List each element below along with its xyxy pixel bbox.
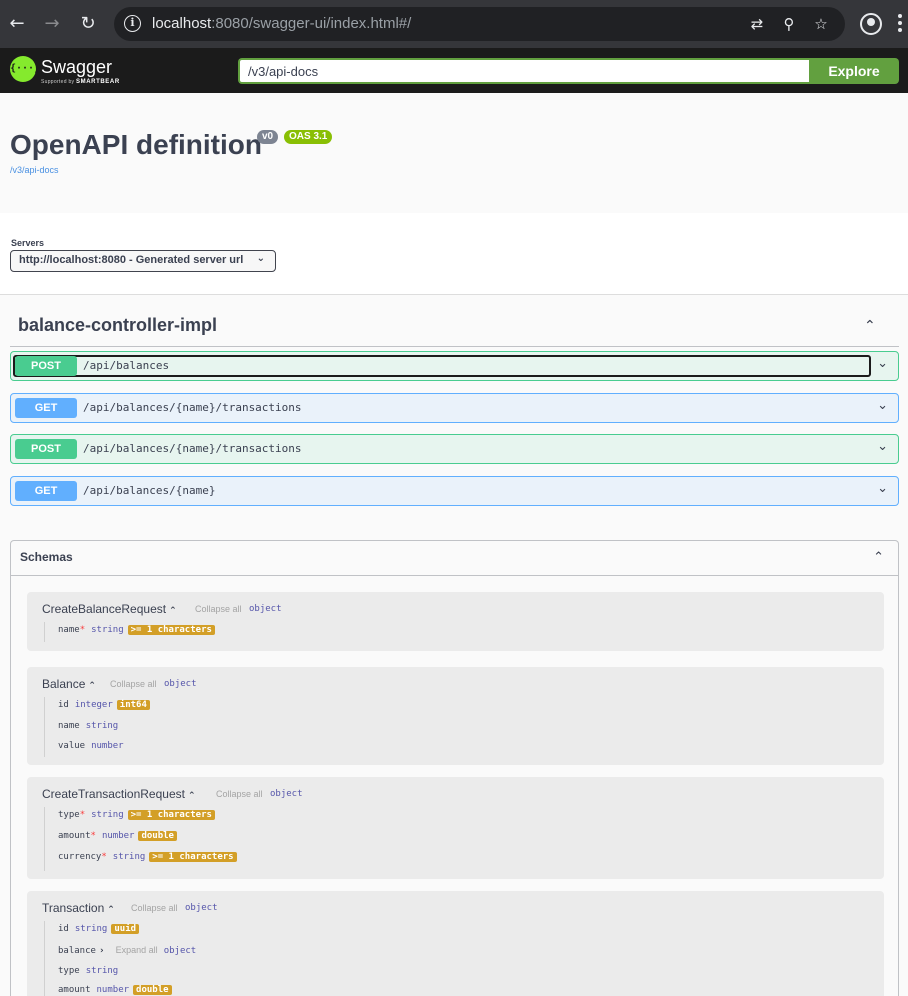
method-badge: POST [15, 356, 77, 376]
collapse-all-link[interactable]: Collapse all [110, 679, 157, 689]
chevron-up-icon[interactable]: ⌃ [107, 905, 115, 915]
zoom-icon[interactable]: ⚲ [779, 14, 799, 34]
method-badge: GET [15, 398, 77, 418]
swagger-logo[interactable]: {···} Swagger Supported by SMARTBEAR [10, 56, 120, 86]
method-badge: POST [15, 439, 77, 459]
back-arrow-icon[interactable]: ← [5, 12, 29, 36]
chevron-down-icon: ⌄ [256, 253, 265, 264]
servers-select[interactable]: http://localhost:8080 - Generated server… [10, 250, 276, 272]
schemas-title: Schemas [20, 550, 73, 564]
servers-selected-value: http://localhost:8080 - Generated server… [19, 254, 244, 266]
chevron-down-icon[interactable]: ⌄ [877, 481, 888, 496]
operation-path: /api/balances [83, 359, 170, 372]
model-property: name string [58, 721, 119, 731]
chevron-up-icon[interactable]: ⌃ [169, 606, 177, 616]
operation-path: /api/balances/{name}/transactions [83, 401, 302, 414]
operation-post-transactions[interactable]: POST /api/balances/{name}/transactions ⌄ [10, 434, 899, 464]
chevron-down-icon[interactable]: ⌄ [877, 398, 888, 413]
model-property: currency* string >= 1 characters [58, 852, 237, 862]
model-tree-line [44, 807, 45, 871]
chevron-down-icon[interactable]: ⌄ [877, 439, 888, 454]
model-property: amount number double [58, 985, 172, 995]
spec-link[interactable]: /v3/api-docs [10, 165, 59, 175]
model-property: value number [58, 741, 124, 751]
model-transaction: Transaction ⌃ Collapse all object id strin… [27, 891, 884, 996]
servers-label: Servers [11, 238, 45, 248]
swagger-topbar: {···} Swagger Supported by SMARTBEAR /v3… [0, 48, 908, 93]
expand-all-link[interactable]: Expand all [116, 945, 158, 955]
model-type: object [270, 789, 303, 799]
oas-badge: OAS 3.1 [284, 130, 333, 144]
model-property: amount* number double [58, 831, 177, 841]
model-property: balance › Expand all object [58, 945, 197, 956]
explore-button[interactable]: Explore [809, 58, 899, 84]
operation-post-balances[interactable]: POST /api/balances ⌄ [10, 351, 899, 381]
profile-icon[interactable] [860, 13, 882, 35]
chevron-up-icon[interactable]: ⌃ [188, 791, 196, 801]
model-name[interactable]: CreateBalanceRequest ⌃ [42, 602, 177, 616]
model-property: id integer int64 [58, 700, 150, 710]
model-tree-line [44, 622, 45, 642]
chevron-up-icon[interactable]: ⌃ [864, 318, 880, 334]
model-tree-line [44, 921, 45, 996]
forward-arrow-icon[interactable]: → [40, 12, 64, 36]
browser-toolbar: ← → ↻ i localhost:8080/swagger-ui/index.… [0, 0, 908, 48]
swagger-logo-sub: Supported by SMARTBEAR [41, 79, 120, 85]
swagger-logo-icon: {···} [10, 56, 40, 82]
operation-get-transactions[interactable]: GET /api/balances/{name}/transactions ⌄ [10, 393, 899, 423]
model-name[interactable]: Transaction ⌃ [42, 901, 115, 915]
model-create-transaction-request: CreateTransactionRequest ⌃ Collapse all o… [27, 777, 884, 879]
version-badge: v0 [257, 130, 279, 144]
schemas-header[interactable]: Schemas ⌃ [11, 541, 898, 576]
chevron-up-icon[interactable]: ⌃ [873, 550, 884, 565]
model-property: type string [58, 966, 119, 976]
operation-path: /api/balances/{name}/transactions [83, 442, 302, 455]
model-type: object [164, 679, 197, 689]
swagger-logo-text: Swagger [41, 57, 113, 77]
chevron-down-icon[interactable]: ⌄ [877, 356, 888, 371]
spec-url-input[interactable]: /v3/api-docs [238, 58, 810, 84]
model-type: object [185, 903, 218, 913]
model-balance: Balance ⌃ Collapse all object id integer in… [27, 667, 884, 765]
model-name[interactable]: CreateTransactionRequest ⌃ [42, 787, 196, 801]
translate-icon[interactable]: ⇄ [747, 14, 767, 34]
model-property: type* string >= 1 characters [58, 810, 215, 820]
model-property: id string uuid [58, 924, 140, 934]
address-bar[interactable]: i localhost:8080/swagger-ui/index.html#/… [114, 7, 845, 41]
collapse-all-link[interactable]: Collapse all [131, 903, 178, 913]
chevron-right-icon[interactable]: › [100, 946, 104, 956]
page-title: OpenAPI definition [10, 129, 262, 160]
bookmark-star-icon[interactable]: ☆ [811, 14, 831, 34]
chevron-up-icon[interactable]: ⌃ [88, 681, 96, 691]
model-type: object [249, 604, 282, 614]
operation-path: /api/balances/{name} [83, 484, 216, 497]
model-tree-line [44, 697, 45, 757]
schemas-section: Schemas ⌃ CreateBalanceRequest ⌃ Collapse… [10, 540, 899, 996]
model-name[interactable]: Balance ⌃ [42, 677, 96, 691]
model-create-balance-request: CreateBalanceRequest ⌃ Collapse all objec… [27, 592, 884, 651]
tag-title[interactable]: balance-controller-impl [18, 315, 217, 336]
browser-menu-icon[interactable] [898, 14, 904, 34]
model-property: name* string >= 1 characters [58, 625, 215, 635]
reload-icon[interactable]: ↻ [76, 12, 100, 36]
tag-divider [10, 346, 899, 347]
operation-get-balance[interactable]: GET /api/balances/{name} ⌄ [10, 476, 899, 506]
method-badge: GET [15, 481, 77, 501]
address-url[interactable]: localhost:8080/swagger-ui/index.html#/ [152, 15, 411, 32]
site-info-icon[interactable]: i [124, 15, 141, 32]
collapse-all-link[interactable]: Collapse all [216, 789, 263, 799]
servers-section: Servers http://localhost:8080 - Generate… [0, 213, 908, 295]
collapse-all-link[interactable]: Collapse all [195, 604, 242, 614]
